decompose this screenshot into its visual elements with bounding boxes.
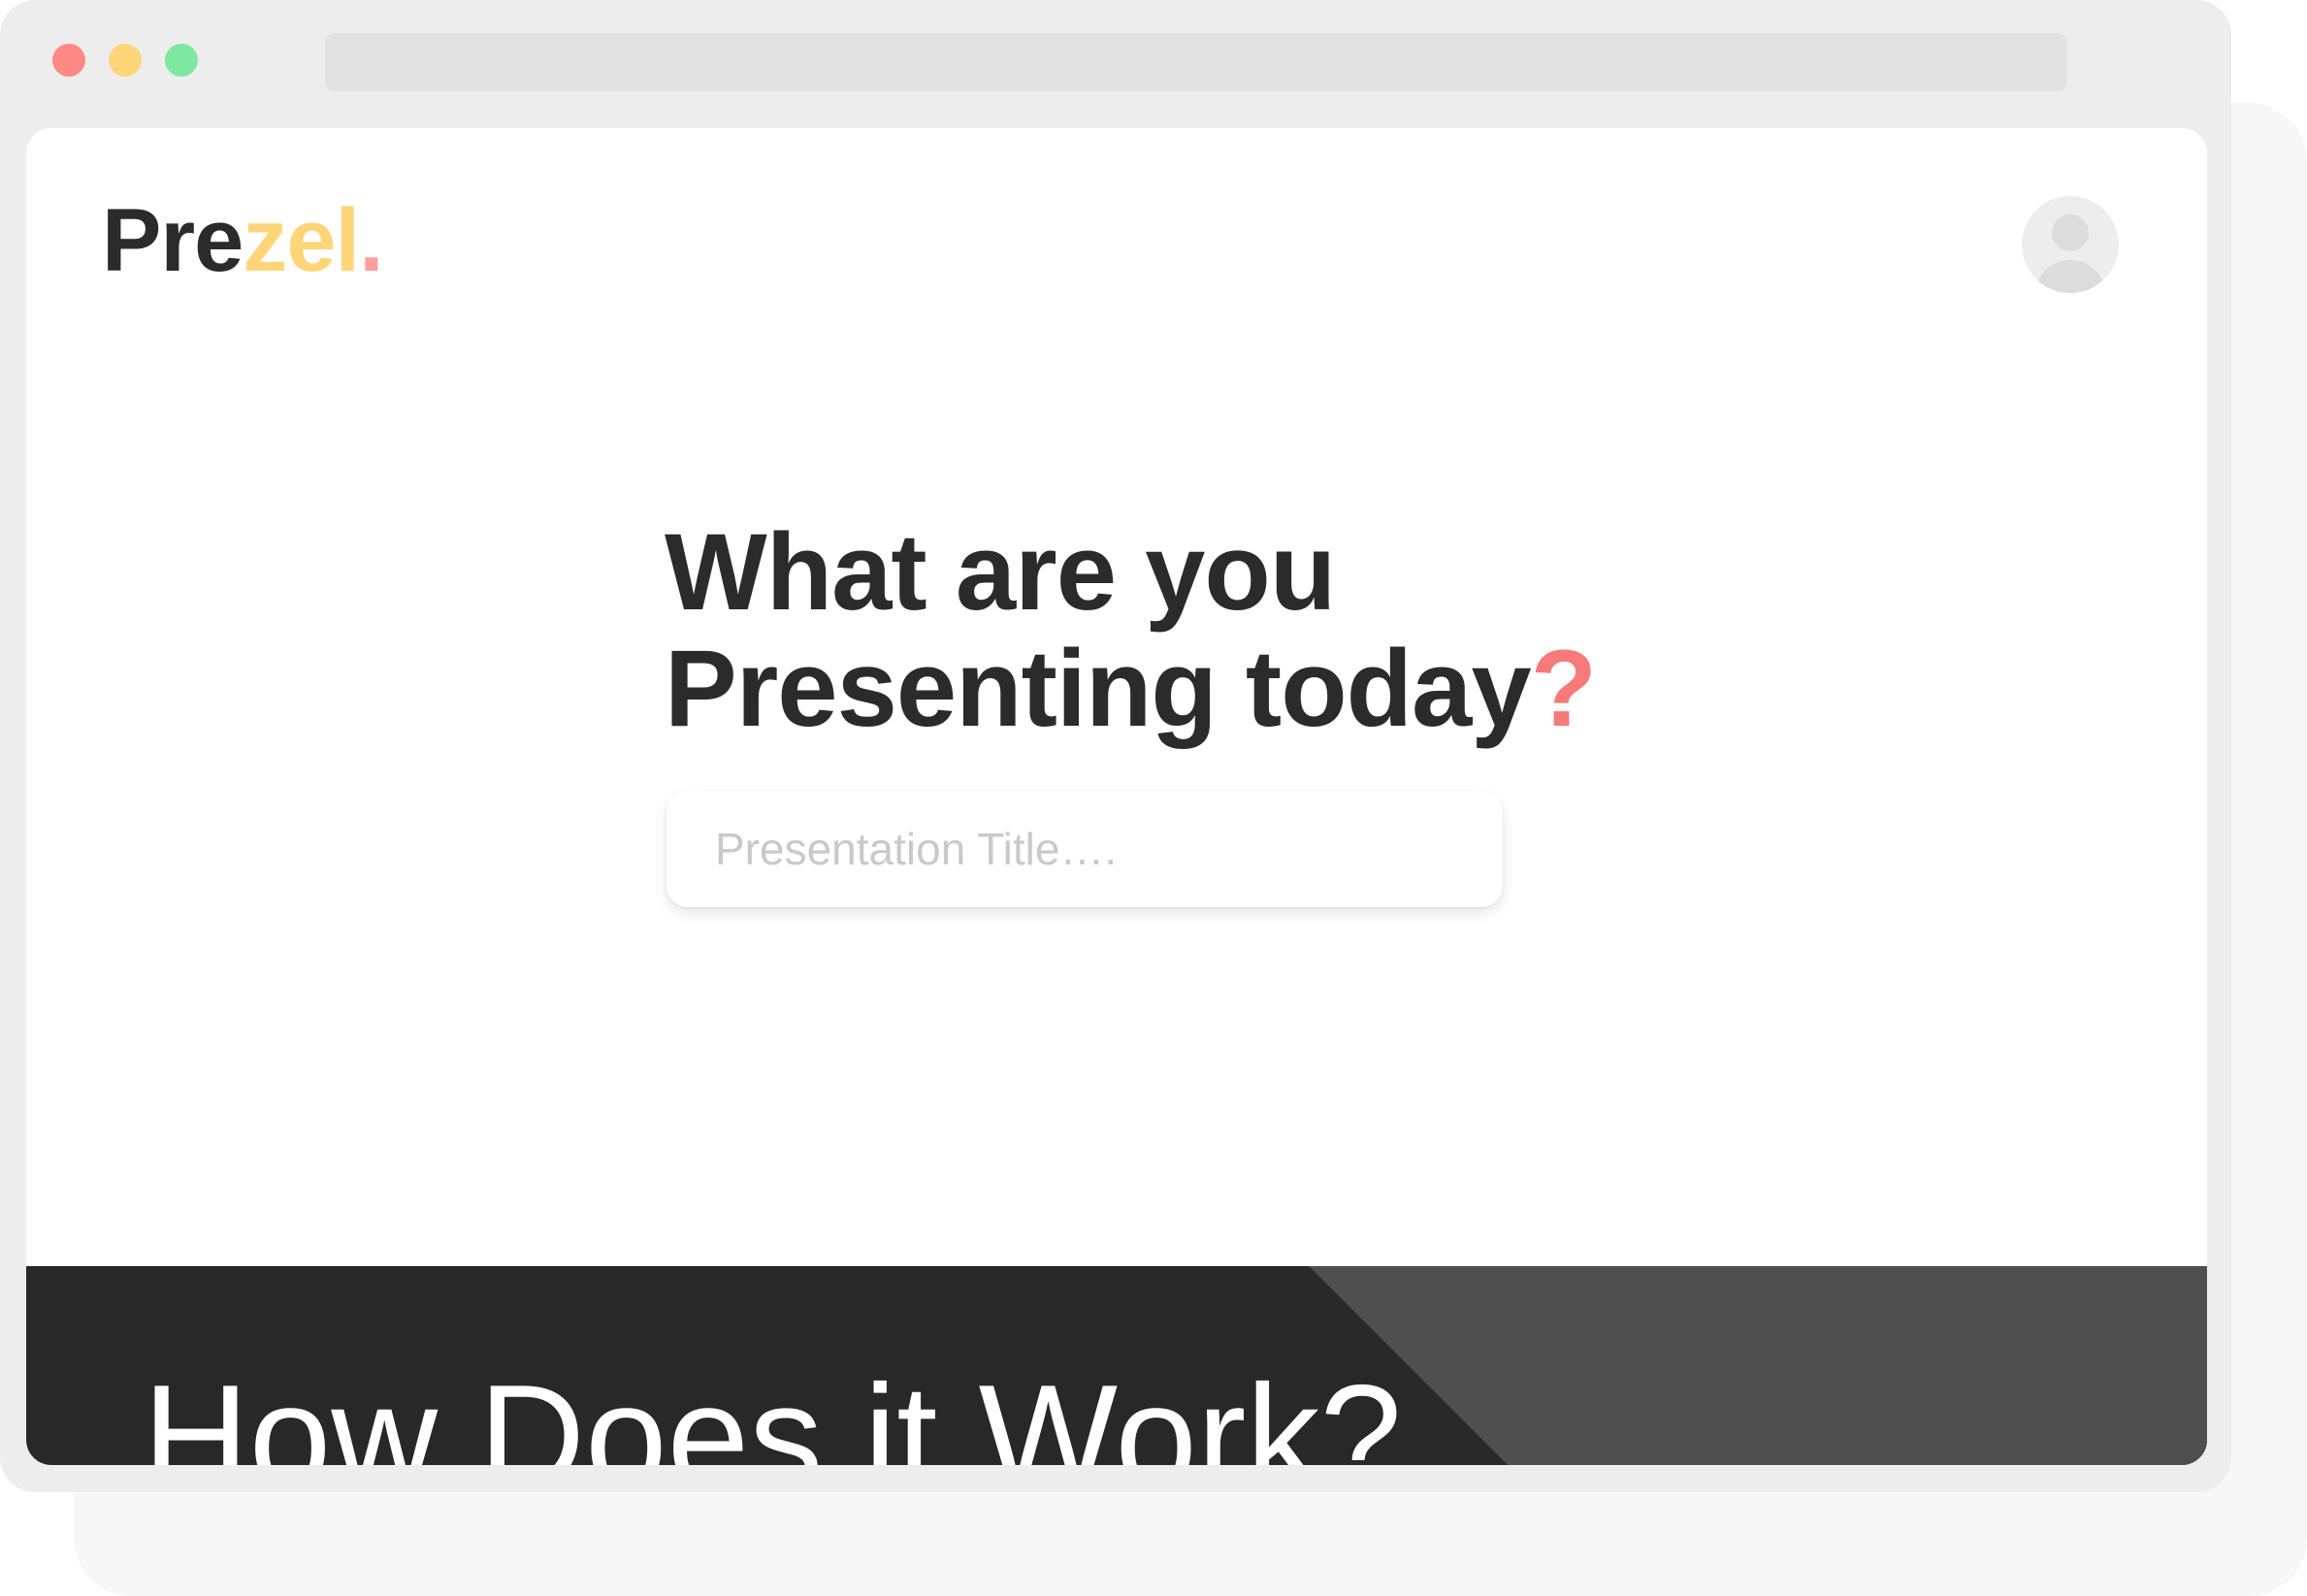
logo-text-zel: zel [243,191,360,290]
hero-heading-line2: Presenting today [665,628,1532,749]
page-viewport: Prezel. What are you Presenting today? H… [26,128,2207,1465]
address-bar[interactable] [325,33,2067,91]
user-avatar-icon[interactable] [2022,196,2119,293]
browser-window: Prezel. What are you Presenting today? H… [0,0,2231,1492]
stage: Prezel. What are you Presenting today? H… [0,0,2307,1596]
logo-dot: . [359,191,384,290]
logo-text-pre: Pre [102,191,244,290]
prezel-logo[interactable]: Prezel. [102,196,384,285]
hero-question-mark: ? [1530,628,1597,749]
window-maximize-button[interactable] [165,44,198,77]
hero-heading: What are you Presenting today? [665,511,1597,749]
window-minimize-button[interactable] [109,44,142,77]
hero-heading-line1: What are you [665,511,1336,633]
avatar-silhouette-icon [2037,214,2103,293]
presentation-title-input[interactable] [666,791,1503,907]
window-close-button[interactable] [52,44,85,77]
how-it-works-heading: How Does it Work? [143,1354,1403,1465]
how-it-works-section: How Does it Work? [26,1266,2207,1465]
